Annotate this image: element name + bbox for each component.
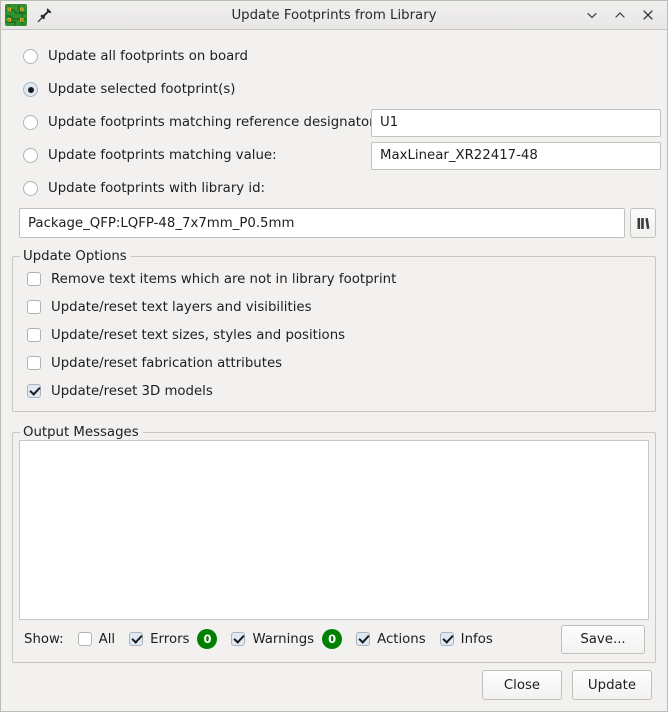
checkbox-label-text-layers: Update/reset text layers and visibilitie… bbox=[51, 300, 312, 315]
filter-label-all: All bbox=[99, 632, 116, 647]
update-footprints-dialog: Update Footprints from Library Update al… bbox=[0, 0, 668, 712]
radio-update-selected[interactable] bbox=[23, 82, 38, 97]
radio-label-matching-value: Update footprints matching value: bbox=[48, 148, 277, 163]
radio-row-matching-value[interactable]: Update footprints matching value: bbox=[12, 139, 656, 172]
value-match-input[interactable] bbox=[371, 142, 661, 170]
output-messages-title: Output Messages bbox=[20, 425, 143, 440]
radio-label-update-all: Update all footprints on board bbox=[48, 49, 248, 64]
filter-errors[interactable]: Errors 0 bbox=[129, 629, 217, 649]
radio-update-all[interactable] bbox=[23, 49, 38, 64]
checkbox-filter-actions[interactable] bbox=[356, 632, 370, 646]
output-messages-group: Output Messages Show: All Errors 0 Warni… bbox=[12, 432, 656, 663]
checkbox-filter-warnings[interactable] bbox=[231, 632, 245, 646]
radio-row-matching-reference[interactable]: Update footprints matching reference des… bbox=[12, 106, 656, 139]
dialog-footer: Close Update bbox=[1, 663, 667, 711]
filter-warnings[interactable]: Warnings 0 bbox=[231, 629, 342, 649]
window-controls bbox=[583, 6, 663, 24]
update-options-group: Update Options Remove text items which a… bbox=[12, 256, 656, 412]
window-title: Update Footprints from Library bbox=[1, 1, 667, 29]
filter-label-infos: Infos bbox=[461, 632, 493, 647]
close-icon[interactable] bbox=[639, 6, 657, 24]
radio-label-matching-reference: Update footprints matching reference des… bbox=[48, 115, 379, 130]
chevron-up-icon[interactable] bbox=[611, 6, 629, 24]
filter-all[interactable]: All bbox=[78, 632, 116, 647]
errors-count-badge: 0 bbox=[197, 629, 217, 649]
pcb-board-icon bbox=[5, 4, 27, 26]
output-messages-area[interactable] bbox=[19, 440, 649, 620]
checkbox-label-3d-models: Update/reset 3D models bbox=[51, 384, 213, 399]
checkbox-label-fabrication-attributes: Update/reset fabrication attributes bbox=[51, 356, 282, 371]
pin-icon[interactable] bbox=[36, 6, 54, 24]
dialog-body: Update all footprints on board Update se… bbox=[1, 30, 667, 663]
library-id-input[interactable] bbox=[19, 208, 625, 238]
radio-row-library-id[interactable]: Update footprints with library id: bbox=[12, 172, 656, 205]
checkbox-row-3d-models[interactable]: Update/reset 3D models bbox=[21, 377, 647, 405]
update-options-title: Update Options bbox=[20, 249, 131, 264]
library-books-icon[interactable] bbox=[630, 208, 656, 238]
filter-label-errors: Errors bbox=[150, 632, 189, 647]
checkbox-label-remove-text-items: Remove text items which are not in libra… bbox=[51, 272, 396, 287]
filter-label-warnings: Warnings bbox=[252, 632, 314, 647]
chevron-down-icon[interactable] bbox=[583, 6, 601, 24]
checkbox-row-fabrication-attributes[interactable]: Update/reset fabrication attributes bbox=[21, 349, 647, 377]
checkbox-filter-infos[interactable] bbox=[440, 632, 454, 646]
radio-library-id[interactable] bbox=[23, 181, 38, 196]
title-bar-left-icons bbox=[5, 4, 54, 26]
checkbox-filter-errors[interactable] bbox=[129, 632, 143, 646]
radio-matching-value[interactable] bbox=[23, 148, 38, 163]
filter-infos[interactable]: Infos bbox=[440, 632, 493, 647]
warnings-count-badge: 0 bbox=[322, 629, 342, 649]
save-button[interactable]: Save... bbox=[561, 625, 645, 654]
checkbox-text-sizes[interactable] bbox=[27, 328, 41, 342]
radio-row-update-all[interactable]: Update all footprints on board bbox=[12, 40, 656, 73]
checkbox-remove-text-items[interactable] bbox=[27, 272, 41, 286]
filter-actions[interactable]: Actions bbox=[356, 632, 426, 647]
show-label: Show: bbox=[24, 632, 64, 647]
title-bar: Update Footprints from Library bbox=[1, 1, 667, 30]
radio-row-update-selected[interactable]: Update selected footprint(s) bbox=[12, 73, 656, 106]
checkbox-filter-all[interactable] bbox=[78, 632, 92, 646]
radio-label-update-selected: Update selected footprint(s) bbox=[48, 82, 235, 97]
library-id-row bbox=[12, 208, 656, 238]
checkbox-label-text-sizes: Update/reset text sizes, styles and posi… bbox=[51, 328, 345, 343]
checkbox-row-text-layers[interactable]: Update/reset text layers and visibilitie… bbox=[21, 293, 647, 321]
message-filter-bar: Show: All Errors 0 Warnings 0 bbox=[19, 622, 649, 656]
checkbox-row-text-sizes[interactable]: Update/reset text sizes, styles and posi… bbox=[21, 321, 647, 349]
checkbox-row-remove-text-items[interactable]: Remove text items which are not in libra… bbox=[21, 265, 647, 293]
checkbox-text-layers[interactable] bbox=[27, 300, 41, 314]
checkbox-fabrication-attributes[interactable] bbox=[27, 356, 41, 370]
reference-designator-input[interactable] bbox=[371, 109, 661, 137]
radio-matching-reference[interactable] bbox=[23, 115, 38, 130]
filter-label-actions: Actions bbox=[377, 632, 426, 647]
update-button[interactable]: Update bbox=[572, 670, 652, 700]
checkbox-3d-models[interactable] bbox=[27, 384, 41, 398]
radio-label-library-id: Update footprints with library id: bbox=[48, 181, 265, 196]
close-button[interactable]: Close bbox=[482, 670, 562, 700]
